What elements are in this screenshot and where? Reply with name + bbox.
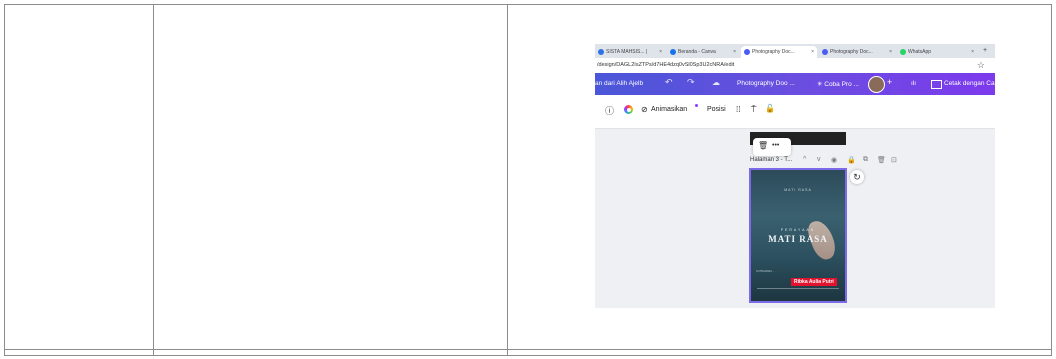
browser-tab[interactable]: WhatsApp ×: [897, 46, 977, 58]
new-badge: [695, 104, 698, 107]
tab-favicon-icon: [822, 49, 828, 55]
tab-label: Beranda - Canva: [678, 49, 716, 55]
trash-icon[interactable]: 🗑: [758, 141, 768, 150]
redo-icon[interactable]: ↷: [687, 77, 695, 88]
more-options-icon[interactable]: •••: [772, 142, 779, 149]
tab-favicon-icon: [744, 49, 750, 55]
undo-icon[interactable]: ↶: [665, 77, 673, 88]
browser-tab-bar: SISTA MAHSIS... | × Beranda - Canva × Ph…: [595, 44, 995, 58]
column-divider: [507, 5, 508, 355]
poster-top-text: MATI RASA: [784, 188, 812, 192]
document-title[interactable]: Photography Doo ...: [737, 80, 795, 87]
browser-tab[interactable]: SISTA MAHSIS... | ×: [595, 46, 665, 58]
editor-toolbar: ⓘ ⊘ Animasikan Posisi ⁞⁞ ⍑ 🔓: [595, 95, 995, 129]
refresh-icon[interactable]: ↻: [850, 170, 864, 184]
tab-close-icon[interactable]: ×: [971, 49, 974, 55]
new-tab-button[interactable]: +: [983, 47, 987, 54]
bookmark-star-icon[interactable]: ☆: [977, 60, 985, 71]
try-pro-button[interactable]: ✳ Coba Pro ...: [817, 80, 859, 88]
transparency-icon[interactable]: ⁞⁞: [736, 105, 740, 114]
poster-title: MATI RASA: [768, 234, 828, 244]
tab-favicon-icon: [670, 49, 676, 55]
poster-canvas[interactable]: MATI RASA PERAYAAN MATI RASA SUTRADARA .…: [749, 168, 847, 303]
tab-close-icon[interactable]: ×: [659, 49, 662, 55]
animate-button[interactable]: Animasikan: [651, 106, 687, 113]
tab-close-icon[interactable]: ×: [811, 49, 814, 55]
poster-credits: SUTRADARA ...: [756, 270, 775, 273]
add-page-icon[interactable]: ⊡: [891, 156, 897, 164]
avatar[interactable]: [868, 76, 885, 93]
poster-subtitle: PERAYAAN: [780, 228, 816, 232]
duplicate-page-icon[interactable]: ⧉: [863, 156, 868, 164]
delete-page-icon[interactable]: 🗑: [877, 156, 886, 164]
poster-footer-line: [757, 288, 839, 294]
floating-toolbar: 🗑 •••: [753, 138, 791, 156]
lock-page-icon[interactable]: 🔒: [847, 156, 856, 164]
address-bar[interactable]: /design/DAGL2IsZTPs/d7HE4dzq0vSl0Sp3U2cN…: [595, 58, 995, 74]
url-text[interactable]: /design/DAGL2IsZTPs/d7HE4dzq0vSl0Sp3U2cN…: [597, 62, 734, 68]
color-picker-icon[interactable]: [624, 105, 633, 114]
hide-page-icon[interactable]: ◉: [831, 156, 837, 164]
print-icon: [931, 80, 942, 89]
paint-format-icon[interactable]: ⍑: [751, 104, 756, 115]
poster-author-label[interactable]: Ribka Aulia Putri: [791, 278, 837, 286]
browser-tab[interactable]: Photography Doc... ×: [819, 46, 895, 58]
tab-favicon-icon: [598, 49, 604, 55]
cloud-save-icon[interactable]: ☁: [712, 78, 720, 87]
position-button[interactable]: Posisi: [707, 106, 726, 113]
header-left-text[interactable]: an dari Alih Ajelb: [595, 80, 643, 87]
row-divider: [5, 349, 1051, 350]
analytics-icon[interactable]: ılı: [911, 80, 916, 87]
tab-favicon-icon: [900, 49, 906, 55]
tab-close-icon[interactable]: ×: [889, 49, 892, 55]
lock-icon[interactable]: 🔓: [765, 104, 775, 113]
tab-close-icon[interactable]: ×: [733, 49, 736, 55]
browser-screenshot: SISTA MAHSIS... | × Beranda - Canva × Ph…: [595, 44, 995, 308]
page-down-icon[interactable]: v: [817, 156, 821, 163]
browser-tab[interactable]: Beranda - Canva ×: [667, 46, 739, 58]
page-title[interactable]: Halaman 3 - T...: [750, 157, 792, 163]
add-collaborator-icon[interactable]: +: [887, 77, 892, 87]
column-divider: [153, 5, 154, 355]
tab-label: Photography Doc...: [830, 49, 873, 55]
page-up-icon[interactable]: ^: [803, 156, 806, 163]
info-icon[interactable]: ⓘ: [605, 104, 614, 117]
tab-label: WhatsApp: [908, 49, 932, 55]
browser-tab-active[interactable]: Photography Doc... ×: [741, 46, 817, 58]
print-button[interactable]: Cetak dengan Ca: [944, 80, 995, 87]
animate-icon[interactable]: ⊘: [641, 105, 648, 114]
tab-label: SISTA MAHSIS... |: [606, 49, 648, 55]
canva-header: an dari Alih Ajelb ↶ ↷ ☁ Photography Doo…: [595, 73, 995, 95]
tab-label: Photography Doc...: [752, 49, 795, 55]
